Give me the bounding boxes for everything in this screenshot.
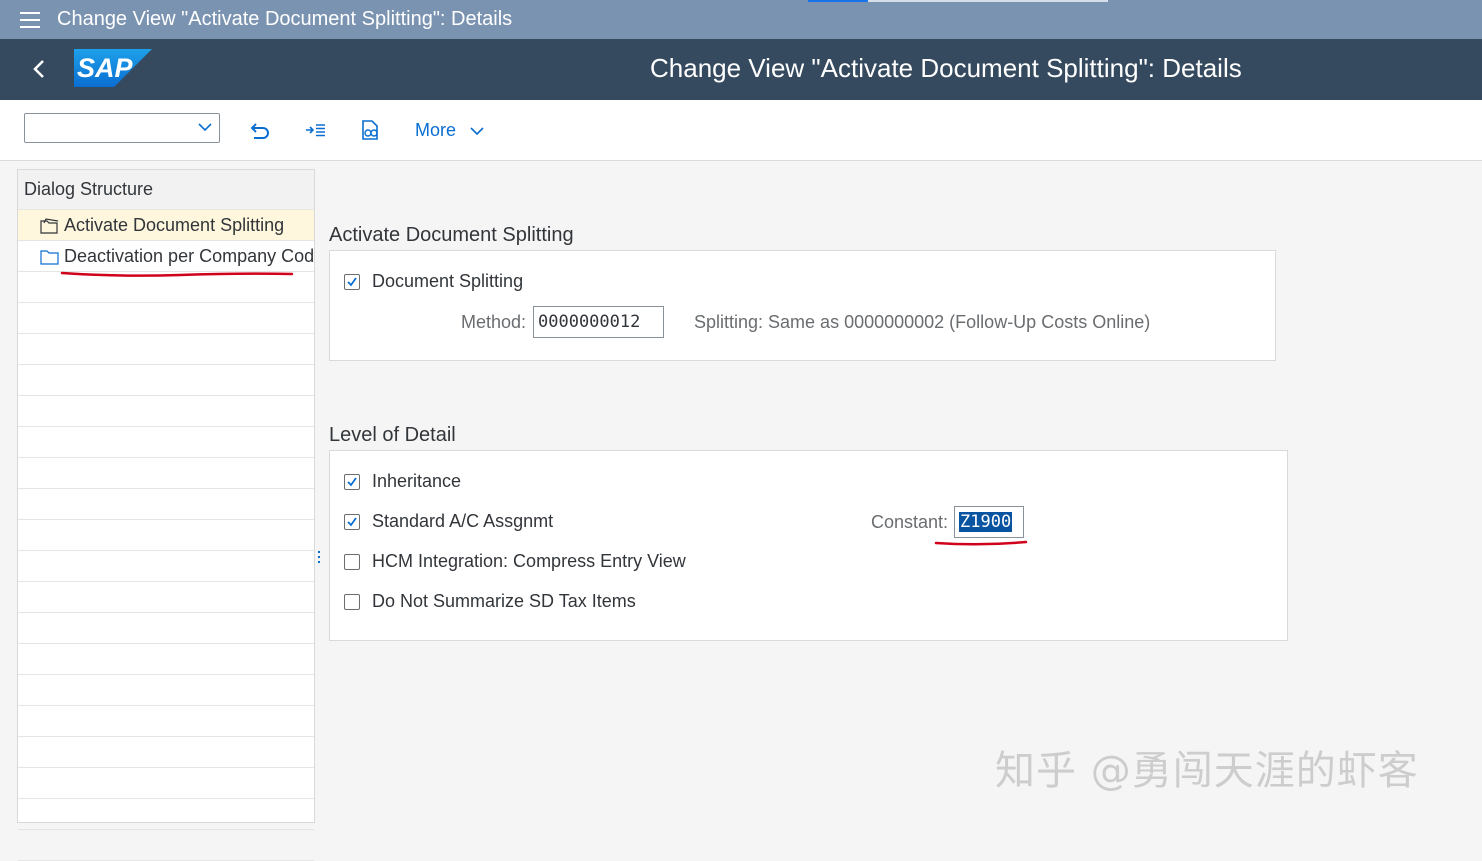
sd-tax-items-checkbox[interactable]: [344, 594, 360, 610]
sap-logo[interactable]: SAP: [74, 49, 152, 87]
tree-empty-row: [18, 303, 314, 334]
inheritance-checkbox[interactable]: [344, 474, 360, 490]
activate-document-splitting-group: Document Splitting Method: 0000000012 Sp…: [329, 250, 1276, 361]
document-splitting-label: Document Splitting: [372, 271, 524, 291]
tree-empty-row: [18, 799, 314, 830]
checkmark-icon: [347, 517, 357, 527]
toolbar: More: [0, 100, 1482, 161]
title-bar-tab-indicator: [808, 0, 1108, 2]
tree-empty-row: [18, 365, 314, 396]
window-title: Change View "Activate Document Splitting…: [57, 8, 513, 30]
tree-empty-row: [18, 706, 314, 737]
shell-header: SAP Change View "Activate Document Split…: [0, 39, 1482, 100]
window-title-bar: Change View "Activate Document Splitting…: [0, 0, 1482, 39]
print-preview-icon[interactable]: [358, 118, 382, 142]
tree-item-deactivation-per-company-code[interactable]: Deactivation per Company Code: [18, 241, 314, 272]
standard-ac-assignment-checkbox[interactable]: [344, 514, 360, 530]
dialog-structure-panel: Dialog Structure Activate Document Split…: [17, 169, 315, 861]
folder-open-icon: [40, 218, 59, 234]
constant-input-selected-text: Z1900: [959, 512, 1013, 532]
page-title: Change View "Activate Document Splitting…: [650, 53, 1242, 83]
more-menu-button[interactable]: More: [415, 120, 485, 141]
group-title-activate-document-splitting: Activate Document Splitting: [329, 224, 574, 246]
undo-icon[interactable]: [248, 118, 272, 142]
red-underline-annotation: [60, 271, 294, 277]
back-arrow-icon[interactable]: [28, 57, 50, 81]
method-input[interactable]: 0000000012: [533, 306, 664, 338]
tree-empty-row: [18, 334, 314, 365]
panel-splitter-handle[interactable]: [318, 551, 322, 567]
more-menu-label: More: [415, 120, 457, 140]
inheritance-label: Inheritance: [372, 471, 462, 491]
tree-empty-row: [18, 458, 314, 489]
tree-empty-row: [18, 644, 314, 675]
tree-empty-row: [18, 675, 314, 706]
tree-empty-row: [18, 427, 314, 458]
dialog-structure-title: Dialog Structure: [18, 170, 314, 210]
level-of-detail-group: Inheritance Standard A/C Assgnmt HCM Int…: [329, 450, 1288, 641]
method-description: Splitting: Same as 0000000002 (Follow-Up…: [694, 312, 1151, 332]
folder-icon: [40, 250, 59, 265]
hcm-integration-checkbox[interactable]: [344, 554, 360, 570]
tree-empty-row: [18, 489, 314, 520]
command-field[interactable]: [24, 113, 220, 143]
tree-empty-row: [18, 582, 314, 613]
tree-empty-row: [18, 520, 314, 551]
tree-empty-row: [18, 768, 314, 799]
tree-empty-row: [18, 830, 314, 861]
watermark: 知乎 @勇闯天涯的虾客: [995, 748, 1419, 794]
tree-empty-row: [18, 396, 314, 427]
tree-item-label: Activate Document Splitting: [64, 215, 285, 235]
sd-tax-items-label: Do Not Summarize SD Tax Items: [372, 591, 636, 611]
tree-item-label: Deactivation per Company Code: [64, 246, 314, 266]
method-label: Method:: [461, 312, 527, 332]
document-splitting-checkbox[interactable]: [344, 274, 360, 290]
svg-text:SAP: SAP: [77, 53, 134, 83]
red-underline-annotation: [934, 540, 1028, 546]
standard-ac-assignment-label: Standard A/C Assgnmt: [372, 511, 554, 531]
tree-item-activate-document-splitting[interactable]: Activate Document Splitting: [18, 210, 314, 241]
tree-empty-row: [18, 613, 314, 644]
indent-list-icon[interactable]: [304, 118, 328, 142]
checkmark-icon: [347, 277, 357, 287]
chevron-down-icon[interactable]: [197, 121, 213, 133]
constant-input[interactable]: Z1900: [954, 506, 1024, 538]
tree-empty-row: [18, 737, 314, 768]
group-title-level-of-detail: Level of Detail: [329, 424, 456, 446]
chevron-down-icon: [470, 127, 484, 136]
tree-empty-row: [18, 551, 314, 582]
hamburger-menu-icon[interactable]: [20, 12, 40, 28]
constant-label: Constant:: [871, 512, 949, 532]
hcm-integration-label: HCM Integration: Compress Entry View: [372, 551, 686, 571]
checkmark-icon: [347, 477, 357, 487]
